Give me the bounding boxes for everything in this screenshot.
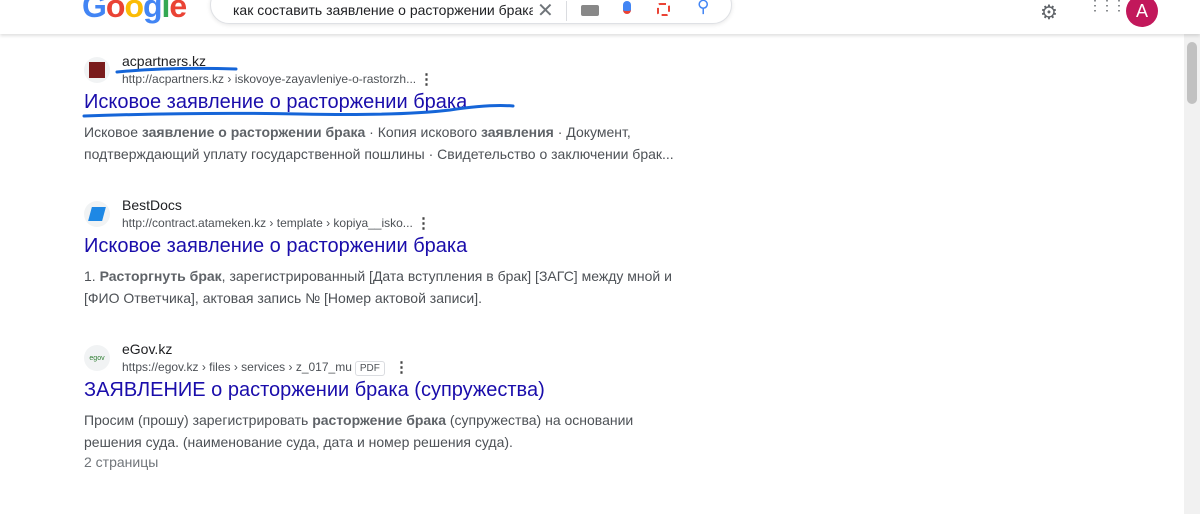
hand-drawn-annotations: [82, 66, 515, 118]
underline-site: [115, 66, 238, 74]
underline-title: [82, 104, 515, 118]
